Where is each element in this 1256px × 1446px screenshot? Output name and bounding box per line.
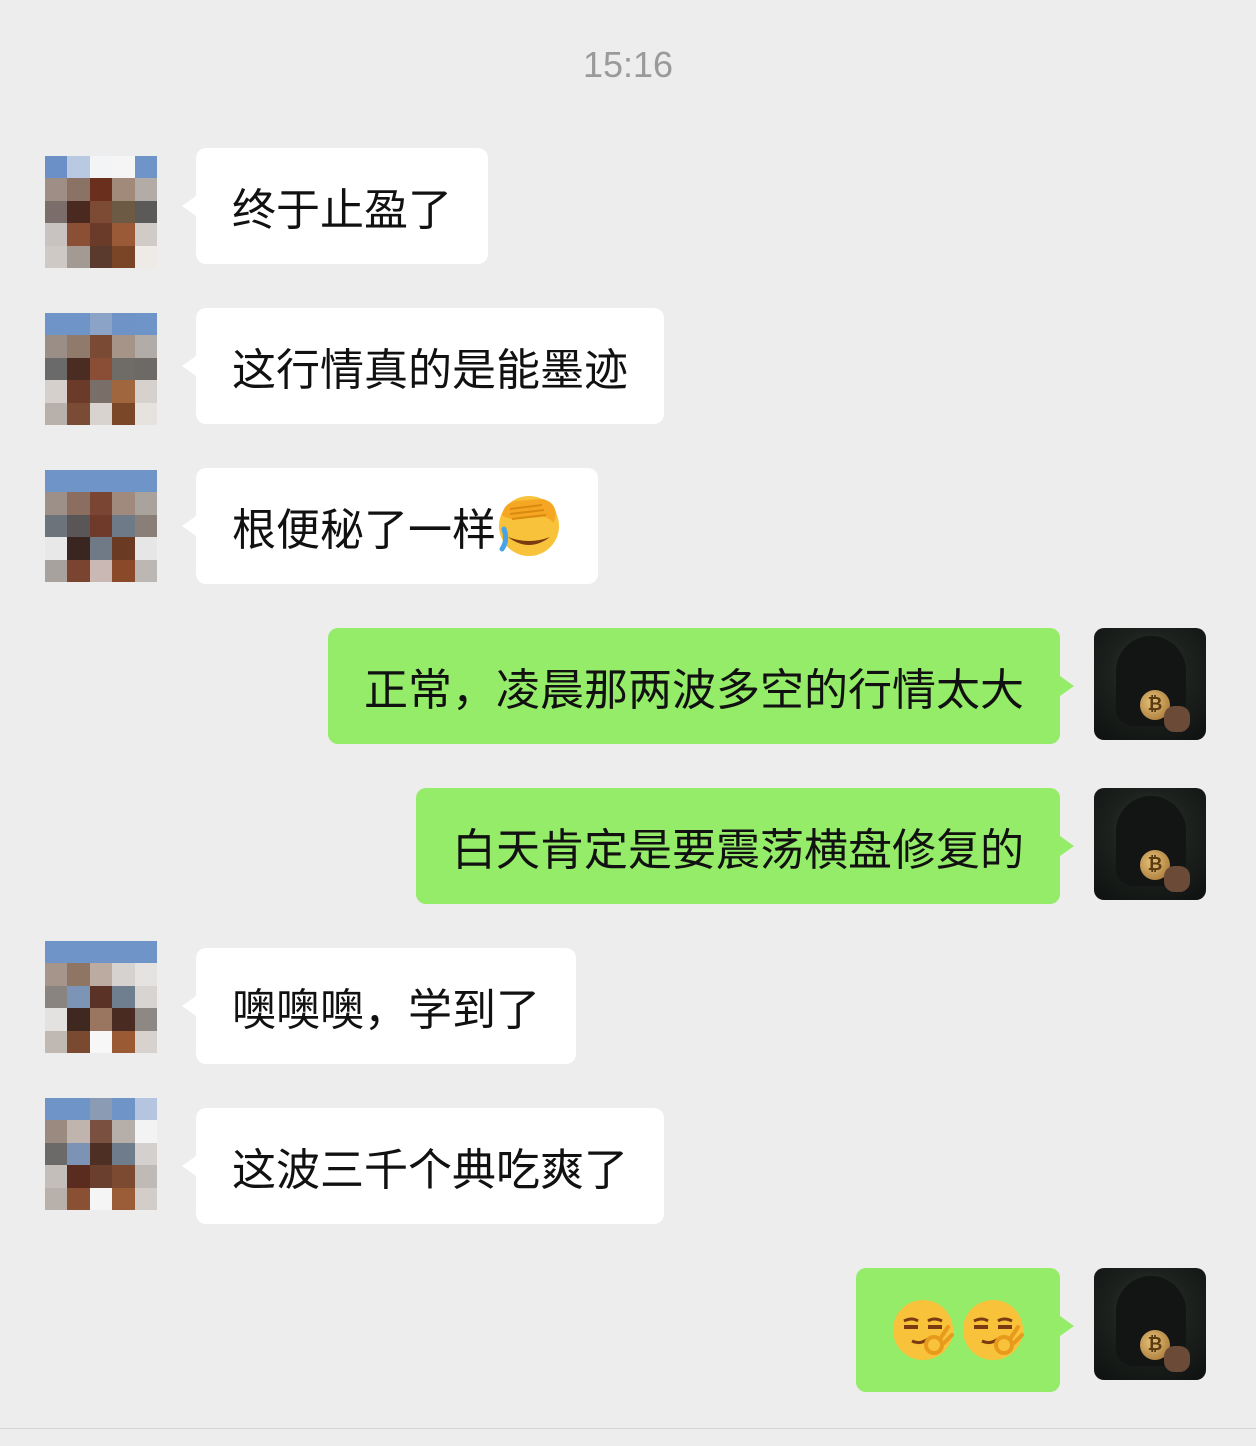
- user-avatar[interactable]: ₿: [1094, 1268, 1206, 1380]
- message-bubble[interactable]: 正常，凌晨那两波多空的行情太大: [328, 628, 1074, 744]
- message-text: 白天肯定是要震荡横盘修复的: [452, 825, 1024, 876]
- message-bubble[interactable]: [856, 1268, 1074, 1392]
- contact-avatar[interactable]: [45, 470, 157, 582]
- message-text: 这波三千个典吃爽了: [232, 1145, 628, 1196]
- message-bubble[interactable]: 这波三千个典吃爽了: [182, 1108, 664, 1224]
- contact-avatar[interactable]: [45, 156, 157, 268]
- contact-avatar[interactable]: [45, 941, 157, 1053]
- contact-avatar[interactable]: [45, 1098, 157, 1210]
- message-bubble[interactable]: 根便秘了一样: [182, 468, 598, 584]
- message-text: 根便秘了一样: [232, 505, 496, 556]
- message-text: 噢噢噢，学到了: [232, 985, 540, 1036]
- input-area-divider: [0, 1428, 1256, 1429]
- contact-avatar[interactable]: [45, 313, 157, 425]
- timestamp: 15:16: [582, 44, 674, 85]
- message-text: 终于止盈了: [232, 185, 452, 236]
- message-bubble[interactable]: 白天肯定是要震荡横盘修复的: [416, 788, 1074, 904]
- user-avatar[interactable]: ₿: [1094, 628, 1206, 740]
- smirk-ok-emoji-icon: [963, 1300, 1024, 1360]
- user-avatar[interactable]: ₿: [1094, 788, 1206, 900]
- facepalm-emoji-icon: [499, 496, 559, 556]
- message-bubble[interactable]: 这行情真的是能墨迹: [182, 308, 664, 424]
- message-bubble[interactable]: 噢噢噢，学到了: [182, 948, 576, 1064]
- message-text: 正常，凌晨那两波多空的行情太大: [364, 665, 1024, 716]
- smirk-ok-emoji-icon: [893, 1300, 954, 1360]
- message-text: 这行情真的是能墨迹: [232, 345, 628, 396]
- message-bubble[interactable]: 终于止盈了: [182, 148, 488, 264]
